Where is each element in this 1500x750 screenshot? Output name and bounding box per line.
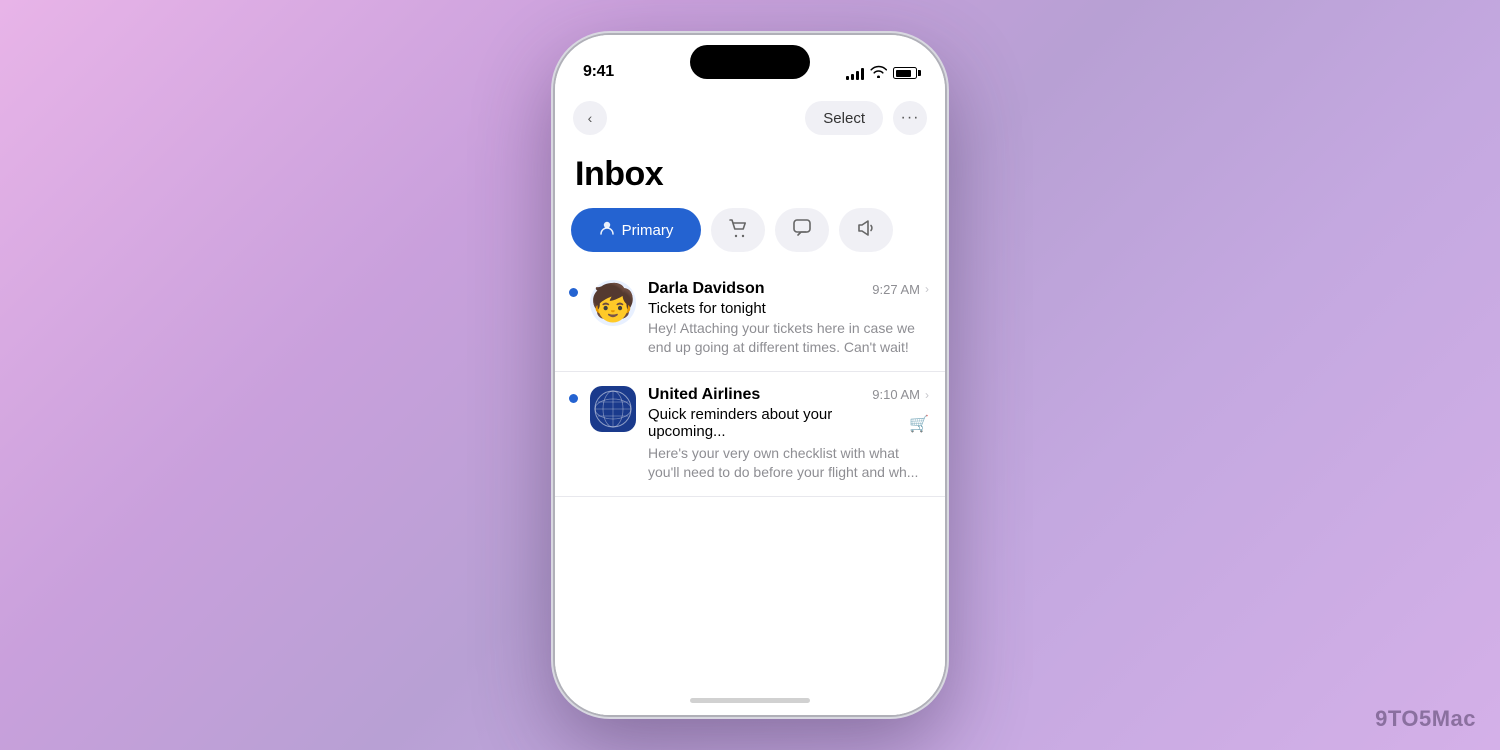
avatar-darla: 🧒 — [590, 280, 636, 326]
mail-preview: Hey! Attaching your tickets here in case… — [648, 319, 929, 357]
tab-primary[interactable]: Primary — [571, 208, 701, 252]
mail-body-darla: Darla Davidson 9:27 AM › Tickets for ton… — [648, 280, 929, 357]
subject-row: Quick reminders about your upcoming... 🛒 — [648, 406, 929, 442]
mail-chevron-icon: › — [925, 388, 929, 402]
mail-chevron-icon: › — [925, 282, 929, 296]
tab-messages[interactable] — [775, 208, 829, 252]
megaphone-icon — [855, 217, 877, 243]
phone-shell: 9:41 ‹ — [555, 35, 945, 715]
select-button[interactable]: Select — [805, 101, 883, 135]
mail-time: 9:10 AM — [872, 387, 920, 402]
chat-bubble-icon — [791, 217, 813, 243]
status-bar: 9:41 — [555, 35, 945, 89]
more-button[interactable]: ··· — [893, 101, 927, 135]
cart-badge-icon: 🛒 — [909, 414, 929, 434]
mail-body-united: United Airlines 9:10 AM › Quick reminder… — [648, 386, 929, 482]
mail-sender: Darla Davidson — [648, 280, 764, 298]
tab-primary-label: Primary — [622, 222, 674, 239]
unread-indicator — [569, 394, 578, 403]
wifi-icon — [870, 65, 887, 81]
mail-subject: Quick reminders about your upcoming... — [648, 406, 909, 440]
app-content: ‹ Select ··· Inbox Prima — [555, 89, 945, 715]
mail-header: United Airlines 9:10 AM › — [648, 386, 929, 404]
page-title-section: Inbox — [555, 145, 945, 208]
home-indicator — [555, 685, 945, 715]
mail-meta: 9:10 AM › — [872, 387, 929, 402]
mail-time: 9:27 AM — [872, 282, 920, 297]
signal-icon — [846, 67, 864, 80]
tab-shopping[interactable] — [711, 208, 765, 252]
mail-preview: Here's your very own checklist with what… — [648, 444, 929, 482]
status-time: 9:41 — [583, 63, 614, 81]
avatar-united — [590, 386, 636, 432]
mail-subject: Tickets for tonight — [648, 300, 929, 317]
unread-indicator — [569, 288, 578, 297]
category-tabs: Primary — [555, 208, 945, 266]
nav-bar: ‹ Select ··· — [555, 89, 945, 145]
mail-item-united[interactable]: United Airlines 9:10 AM › Quick reminder… — [555, 372, 945, 497]
battery-icon — [893, 67, 917, 79]
back-button[interactable]: ‹ — [573, 101, 607, 135]
page-title: Inbox — [575, 155, 925, 194]
shopping-cart-icon — [727, 217, 749, 243]
mail-sender: United Airlines — [648, 386, 760, 404]
mail-header: Darla Davidson 9:27 AM › — [648, 280, 929, 298]
primary-tab-icon — [599, 220, 615, 240]
watermark: 9TO5Mac — [1375, 706, 1476, 732]
mail-meta: 9:27 AM › — [872, 282, 929, 297]
nav-right-controls: Select ··· — [805, 101, 927, 135]
mail-item-darla[interactable]: 🧒 Darla Davidson 9:27 AM › Tickets for t… — [555, 266, 945, 372]
status-icons — [846, 65, 917, 81]
home-bar — [690, 698, 810, 703]
tab-promo[interactable] — [839, 208, 893, 252]
more-dots-icon: ··· — [901, 109, 920, 127]
dynamic-island — [690, 45, 810, 79]
back-chevron-icon: ‹ — [588, 110, 593, 126]
mail-list: 🧒 Darla Davidson 9:27 AM › Tickets for t… — [555, 266, 945, 685]
